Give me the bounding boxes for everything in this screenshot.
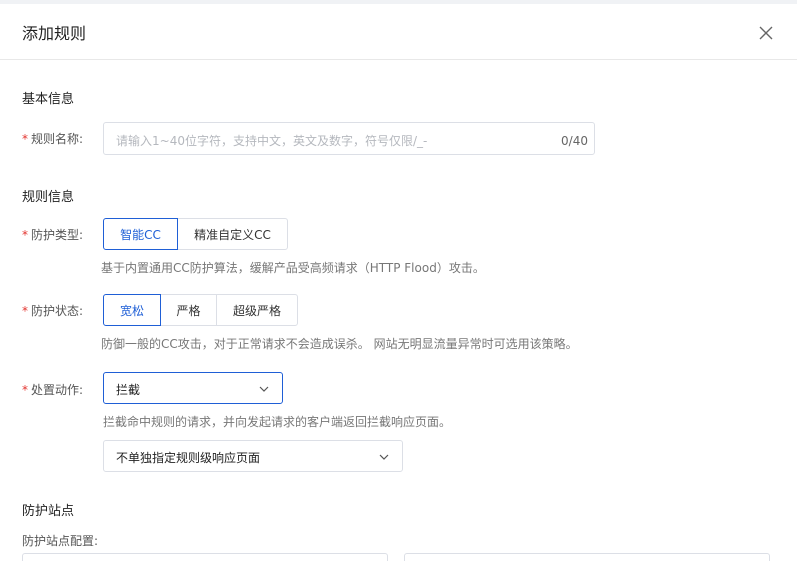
action-label: * 处置动作: xyxy=(22,381,83,398)
type-option-custom-cc[interactable]: 精准自定义CC xyxy=(177,218,288,250)
protection-status-label-text: 防护状态: xyxy=(31,304,84,318)
required-mark: * xyxy=(22,383,28,397)
required-mark: * xyxy=(22,304,28,318)
site-config-label: 防护站点配置: xyxy=(22,534,99,548)
chevron-down-icon xyxy=(379,454,389,460)
required-mark: * xyxy=(22,228,28,242)
action-select[interactable]: 拦截 xyxy=(103,372,283,404)
protection-status-label: * 防护状态: xyxy=(22,302,83,319)
status-option-super-strict[interactable]: 超级严格 xyxy=(216,294,298,326)
close-icon[interactable] xyxy=(756,23,776,43)
protection-type-label-text: 防护类型: xyxy=(31,228,84,242)
chevron-down-icon xyxy=(259,386,269,392)
required-mark: * xyxy=(22,132,28,146)
section-basic-info: 基本信息 xyxy=(22,92,75,107)
type-option-smart-cc[interactable]: 智能CC xyxy=(103,218,178,250)
protection-status-hint: 防御一般的CC攻击，对于正常请求不会造成误杀。 网站无明显流量异常时可选用该策略… xyxy=(101,337,578,351)
protection-type-hint: 基于内置通用CC防护算法，缓解产品受高频请求（HTTP Flood）攻击。 xyxy=(101,261,485,275)
protection-status-segment: 宽松 严格 超级严格 xyxy=(103,294,298,326)
rule-name-label: * 规则名称: xyxy=(22,130,83,147)
status-option-strict[interactable]: 严格 xyxy=(160,294,217,326)
section-protected-sites: 防护站点 xyxy=(22,504,75,519)
section-rule-info: 规则信息 xyxy=(22,190,75,205)
status-option-loose[interactable]: 宽松 xyxy=(103,294,161,326)
dialog-title: 添加规则 xyxy=(22,24,87,43)
response-page-select[interactable]: 不单独指定规则级响应页面 xyxy=(103,440,403,472)
site-list-right-panel[interactable] xyxy=(404,553,770,561)
action-hint: 拦截命中规则的请求，并向发起请求的客户端返回拦截响应页面。 xyxy=(103,415,452,429)
protection-type-label: * 防护类型: xyxy=(22,226,83,243)
rule-name-input[interactable]: 请输入1~40位字符，支持中文，英文及数字，符号仅限/_- 0/40 xyxy=(103,122,595,155)
rule-name-label-text: 规则名称: xyxy=(31,132,84,146)
rule-name-placeholder: 请输入1~40位字符，支持中文，英文及数字，符号仅限/_- xyxy=(116,134,428,148)
protection-type-segment: 智能CC 精准自定义CC xyxy=(103,218,288,250)
site-list-left-panel[interactable] xyxy=(22,553,388,561)
rule-name-char-count: 0/40 xyxy=(561,134,588,148)
dialog-header: 添加规则 xyxy=(0,4,797,60)
action-label-text: 处置动作: xyxy=(31,383,84,397)
action-select-value: 拦截 xyxy=(116,383,141,397)
response-page-select-value: 不单独指定规则级响应页面 xyxy=(116,451,261,465)
